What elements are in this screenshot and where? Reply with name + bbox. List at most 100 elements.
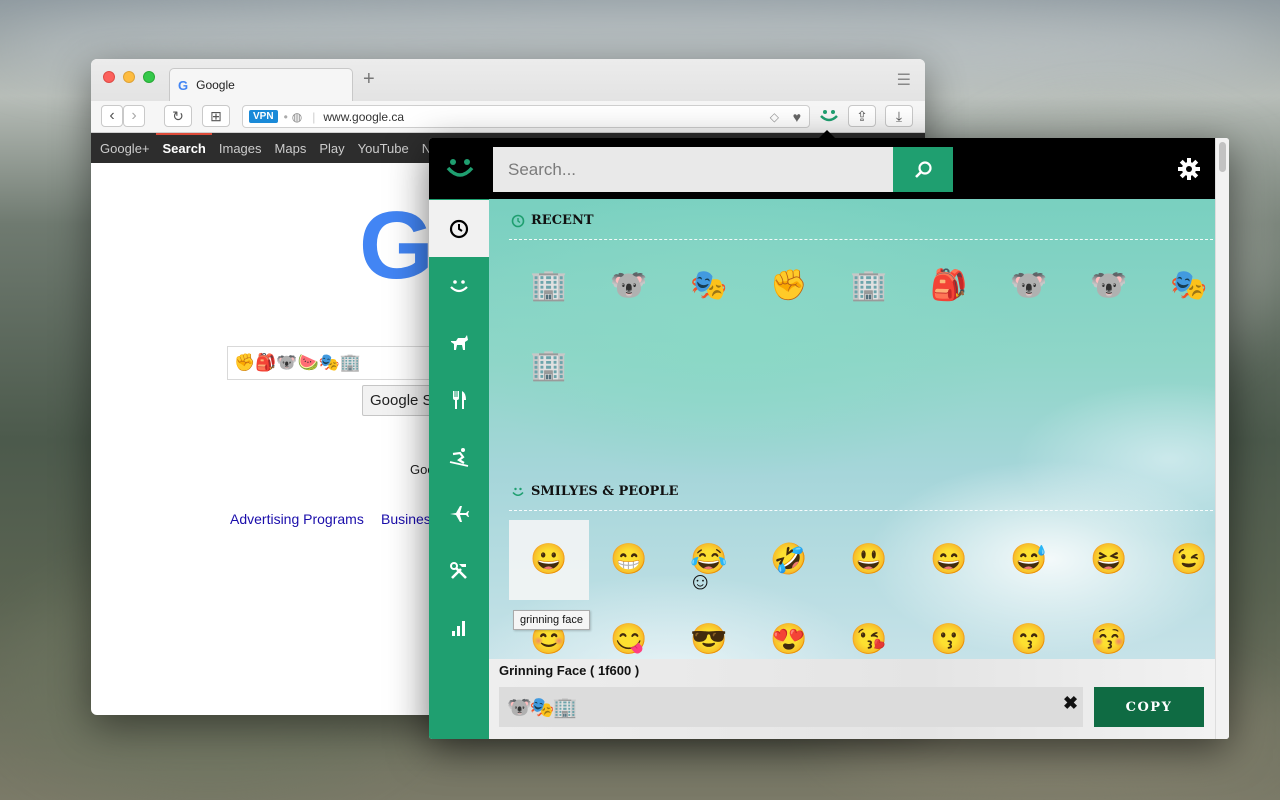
recent-heading: RECENT xyxy=(511,213,594,228)
nav-play[interactable]: Play xyxy=(319,141,344,156)
emoji-cell[interactable]: 🎒 xyxy=(909,246,989,326)
sidebar-item-recent[interactable] xyxy=(429,200,489,257)
forward-button[interactable]: › xyxy=(123,105,145,127)
emoji-tooltip: grinning face xyxy=(513,610,590,630)
popup-footer: Grinning Face ( 1f600 ) 🐨🎭🏢 ✖ COPY xyxy=(489,659,1215,739)
vpn-badge[interactable]: VPN xyxy=(249,110,278,123)
emoji-cell[interactable]: 😙 xyxy=(989,600,1069,659)
emoji-cell[interactable]: 🏢 xyxy=(509,326,589,406)
active-nav-indicator xyxy=(156,133,212,135)
emoji-cell[interactable]: 😃 xyxy=(829,520,909,600)
emoji-cell[interactable]: 😘 xyxy=(829,600,909,659)
emoji-cell[interactable]: 😚 xyxy=(1069,600,1149,659)
url-divider: | xyxy=(312,109,316,124)
emoji-cell[interactable]: 😆 xyxy=(1069,520,1149,600)
nav-search[interactable]: Search xyxy=(163,141,206,156)
browser-toolbar: ‹ › ↻ ⊞ VPN • ◍ | www.google.ca ◇ ♥ ⇪ ⤓ xyxy=(91,101,925,133)
download-button[interactable]: ⤓ xyxy=(885,105,913,127)
url-text: www.google.ca xyxy=(323,109,405,124)
emoji-extension-icon[interactable] xyxy=(815,105,843,127)
tab-google[interactable]: G Google xyxy=(169,68,353,101)
popup-header: Search... xyxy=(429,138,1215,199)
emoji-cell[interactable]: 😄 xyxy=(909,520,989,600)
smiley-icon xyxy=(450,279,468,292)
emoji-search-input[interactable]: Search... xyxy=(493,147,893,192)
emoji-cell[interactable]: 😅 xyxy=(989,520,1069,600)
popup-scrollbar[interactable] xyxy=(1215,138,1229,739)
emoji-cell[interactable]: 🎭 xyxy=(1149,246,1215,326)
emoji-cell[interactable]: 🐨 xyxy=(989,246,1069,326)
share-button[interactable]: ⇪ xyxy=(848,105,876,127)
tab-title: Google xyxy=(196,78,235,92)
emoji-cell[interactable]: 😀 xyxy=(509,520,589,600)
sidebar-item-food[interactable] xyxy=(429,371,489,428)
shield-icon[interactable]: ◇ xyxy=(770,110,779,124)
browser-titlebar: G Google + ☰ xyxy=(91,59,925,101)
nav-google-plus[interactable]: Google+ xyxy=(100,141,150,156)
emoji-cell[interactable]: 😗 xyxy=(909,600,989,659)
close-window-button[interactable] xyxy=(103,71,115,83)
clear-icon[interactable]: ✖ xyxy=(1063,693,1078,714)
dot-icon: • xyxy=(283,109,288,124)
gear-icon[interactable] xyxy=(1177,157,1201,181)
back-button[interactable]: ‹ xyxy=(101,105,123,127)
nav-maps[interactable]: Maps xyxy=(275,141,307,156)
minimize-window-button[interactable] xyxy=(123,71,135,83)
emoji-cell[interactable]: 😋 xyxy=(589,600,669,659)
search-button[interactable] xyxy=(893,147,953,192)
sidebar-item-symbols[interactable] xyxy=(429,599,489,656)
emoji-grid-area: RECENT SMILYES & PEOPLE 🏢 🐨 🎭 ✊ 🏢 🎒 🐨 🐨 🎭 🏢 😀 😁 😂 🤣 😃… xyxy=(489,199,1215,659)
fork-knife-icon xyxy=(453,390,466,409)
reload-button[interactable]: ↻ xyxy=(164,105,192,127)
dog-icon xyxy=(451,334,468,350)
emoji-cell[interactable]: 🐨 xyxy=(589,246,669,326)
smiley-logo-icon xyxy=(446,159,474,177)
emoji-cell[interactable]: ✊ xyxy=(749,246,829,326)
sidebar-item-objects[interactable] xyxy=(429,542,489,599)
smiley-icon xyxy=(512,487,524,496)
copy-button[interactable]: COPY xyxy=(1094,687,1204,727)
google-logo: G xyxy=(359,192,434,299)
tools-icon xyxy=(450,561,467,579)
emoji-popup: Search... RECENT SMILYES & PEOPLE 🏢 🐨 🎭 … xyxy=(429,138,1229,739)
advertising-programs-link[interactable]: Advertising Programs xyxy=(230,511,364,527)
google-favicon-icon: G xyxy=(178,77,189,93)
emoji-cell[interactable]: 😉 xyxy=(1149,520,1215,600)
emoji-cell[interactable]: 🐨 xyxy=(1069,246,1149,326)
smileys-heading: SMILYES & PEOPLE xyxy=(511,484,678,499)
emoji-output-field[interactable]: 🐨🎭🏢 xyxy=(499,687,1083,727)
clock-icon xyxy=(511,214,525,227)
smiley-icon[interactable]: ☺ xyxy=(688,568,713,596)
heart-icon[interactable]: ♥ xyxy=(793,109,801,125)
category-sidebar xyxy=(429,199,489,739)
emoji-cell[interactable]: 😁 xyxy=(589,520,669,600)
zoom-window-button[interactable] xyxy=(143,71,155,83)
emoji-cell[interactable]: 🤣 xyxy=(749,520,829,600)
skier-icon xyxy=(449,447,469,467)
emoji-cell[interactable]: 🎭 xyxy=(669,246,749,326)
tab-menu-icon[interactable]: ☰ xyxy=(897,70,911,90)
nav-youtube[interactable]: YouTube xyxy=(358,141,409,156)
bar-chart-icon xyxy=(452,620,465,636)
selected-emoji-name: Grinning Face ( 1f600 ) xyxy=(499,663,640,678)
smileys-heading-label: SMILYES & PEOPLE xyxy=(531,484,679,499)
scrollbar-thumb[interactable] xyxy=(1219,142,1226,172)
sidebar-item-smileys[interactable] xyxy=(429,257,489,314)
nav-images[interactable]: Images xyxy=(219,141,262,156)
emoji-cell[interactable]: 🏢 xyxy=(509,246,589,326)
emoji-cell[interactable]: 😍 xyxy=(749,600,829,659)
sidebar-item-animals[interactable] xyxy=(429,314,489,371)
airplane-icon xyxy=(450,505,469,522)
sidebar-item-travel[interactable] xyxy=(429,485,489,542)
emoji-cell[interactable]: 😎 xyxy=(669,600,749,659)
sidebar-item-activities[interactable] xyxy=(429,428,489,485)
recent-heading-label: RECENT xyxy=(531,213,594,228)
new-tab-button[interactable]: + xyxy=(363,68,375,91)
business-link[interactable]: Busines xyxy=(381,511,431,527)
search-icon xyxy=(915,160,932,178)
grid-apps-button[interactable]: ⊞ xyxy=(202,105,230,127)
smileys-divider xyxy=(509,510,1213,511)
address-bar[interactable]: VPN • ◍ | www.google.ca ◇ ♥ xyxy=(242,105,810,128)
globe-icon: ◍ xyxy=(291,109,303,124)
emoji-cell[interactable]: 🏢 xyxy=(829,246,909,326)
